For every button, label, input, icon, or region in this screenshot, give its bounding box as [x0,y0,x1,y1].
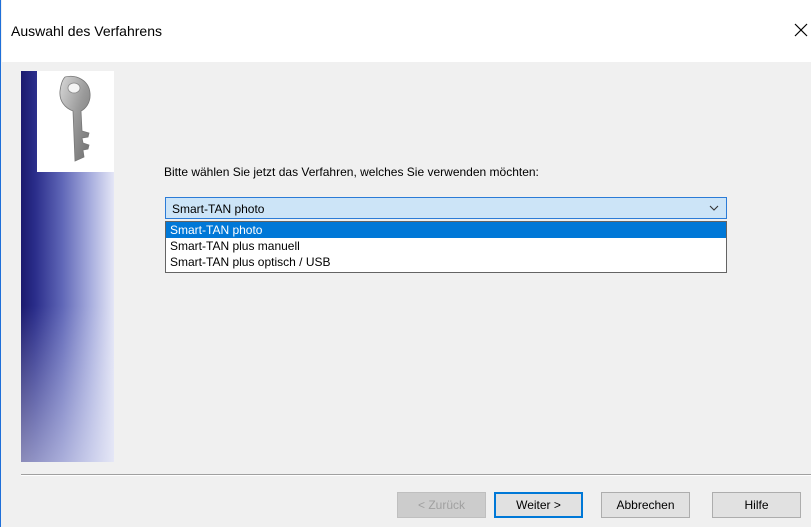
dropdown-option-smart-tan-plus-optisch-usb[interactable]: Smart-TAN plus optisch / USB [166,254,726,270]
chevron-down-icon[interactable] [708,202,720,214]
procedure-dropdown-list: Smart-TAN photo Smart-TAN plus manuell S… [165,221,727,273]
back-button[interactable]: < Zurück [397,492,486,518]
button-separator [21,474,811,476]
close-button[interactable] [790,16,811,44]
cancel-button[interactable]: Abbrechen [601,492,690,518]
window-title: Auswahl des Verfahrens [11,23,162,39]
combobox-selected-value: Smart-TAN photo [172,202,265,216]
key-icon [59,75,91,162]
help-button[interactable]: Hilfe [712,492,801,518]
dropdown-option-smart-tan-plus-manuell[interactable]: Smart-TAN plus manuell [166,238,726,254]
dropdown-option-smart-tan-photo[interactable]: Smart-TAN photo [166,222,726,238]
close-icon [794,23,808,37]
instruction-text: Bitte wählen Sie jetzt das Verfahren, we… [164,165,539,179]
procedure-combobox[interactable]: Smart-TAN photo [165,197,727,219]
next-button[interactable]: Weiter > [494,492,583,518]
key-image [37,71,114,172]
wizard-dialog: Auswahl des Verfahrens Bitte wählen Sie … [0,0,811,527]
title-bar: Auswahl des Verfahrens [2,0,811,62]
